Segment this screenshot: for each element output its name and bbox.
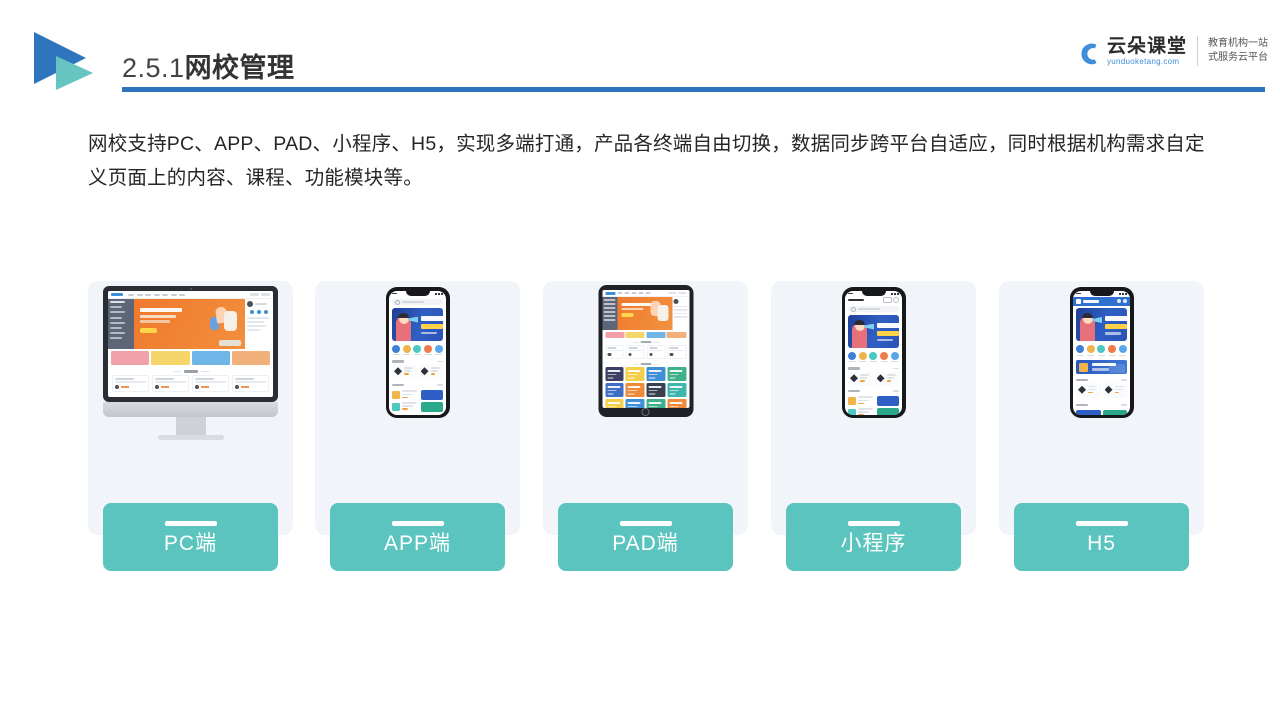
section-number: 2.5.1 <box>122 53 185 83</box>
label-accent-bar <box>619 520 672 526</box>
platform-label-text: APP端 <box>383 531 452 555</box>
platform-label-text: H5 <box>1087 531 1116 555</box>
brand-tagline-line1: 教育机构一站 <box>1208 37 1268 49</box>
title-underline <box>122 87 1265 92</box>
platform-card-miniprogram <box>771 281 976 535</box>
platform-card-pad <box>543 281 748 535</box>
section-title: 网校管理 <box>184 53 295 83</box>
label-accent-bar <box>1075 520 1128 526</box>
label-accent-bar <box>847 520 900 526</box>
platform-label-pc[interactable]: PC端 <box>103 503 278 571</box>
platform-card-row: PC端 APP端 PAD端 小程序 H5 <box>88 281 1204 581</box>
platform-label-text: PC端 <box>163 531 218 555</box>
platform-label-miniprogram[interactable]: 小程序 <box>786 503 961 571</box>
brand-lockup: 云朵课堂 yunduoketang.com 教育机构一站 式服务云平台 <box>1077 36 1268 66</box>
label-accent-bar <box>391 520 444 526</box>
page-title: 2.5.1网校管理 <box>122 46 295 85</box>
platform-label-text: 小程序 <box>840 531 907 555</box>
platform-card-pc <box>88 281 293 535</box>
label-accent-bar <box>164 520 217 526</box>
brand-name-cn: 云朵课堂 <box>1106 35 1187 57</box>
slide-root: 2.5.1网校管理 云朵课堂 yunduoketang.com 教育机构一站 式… <box>0 0 1280 720</box>
brand-logo: 云朵课堂 yunduoketang.com <box>1077 37 1187 66</box>
cloud-icon <box>1081 43 1097 64</box>
brand-tagline-line2: 式服务云平台 <box>1208 52 1268 63</box>
body-paragraph: 网校支持PC、APP、PAD、小程序、H5，实现多端打通，产品各终端自由切换，数… <box>88 133 1205 189</box>
desktop-monitor-icon <box>88 281 293 471</box>
platform-label-pad[interactable]: PAD端 <box>558 503 733 571</box>
smartphone-icon <box>315 281 520 471</box>
brand-tagline: 教育机构一站 式服务云平台 <box>1208 37 1268 66</box>
smartphone-icon <box>999 281 1204 471</box>
platform-card-h5 <box>999 281 1204 535</box>
brand-name-en: yunduoketang.com <box>1106 56 1180 66</box>
tablet-icon <box>543 281 748 471</box>
platform-label-app[interactable]: APP端 <box>330 503 505 571</box>
platform-label-h5[interactable]: H5 <box>1014 503 1189 571</box>
platform-label-text: PAD端 <box>612 531 679 555</box>
brand-divider <box>1197 36 1198 66</box>
pad-course-tile-grid <box>602 366 689 408</box>
platform-card-app <box>315 281 520 535</box>
smartphone-icon <box>771 281 976 471</box>
play-triangle-logo-icon <box>30 30 102 92</box>
